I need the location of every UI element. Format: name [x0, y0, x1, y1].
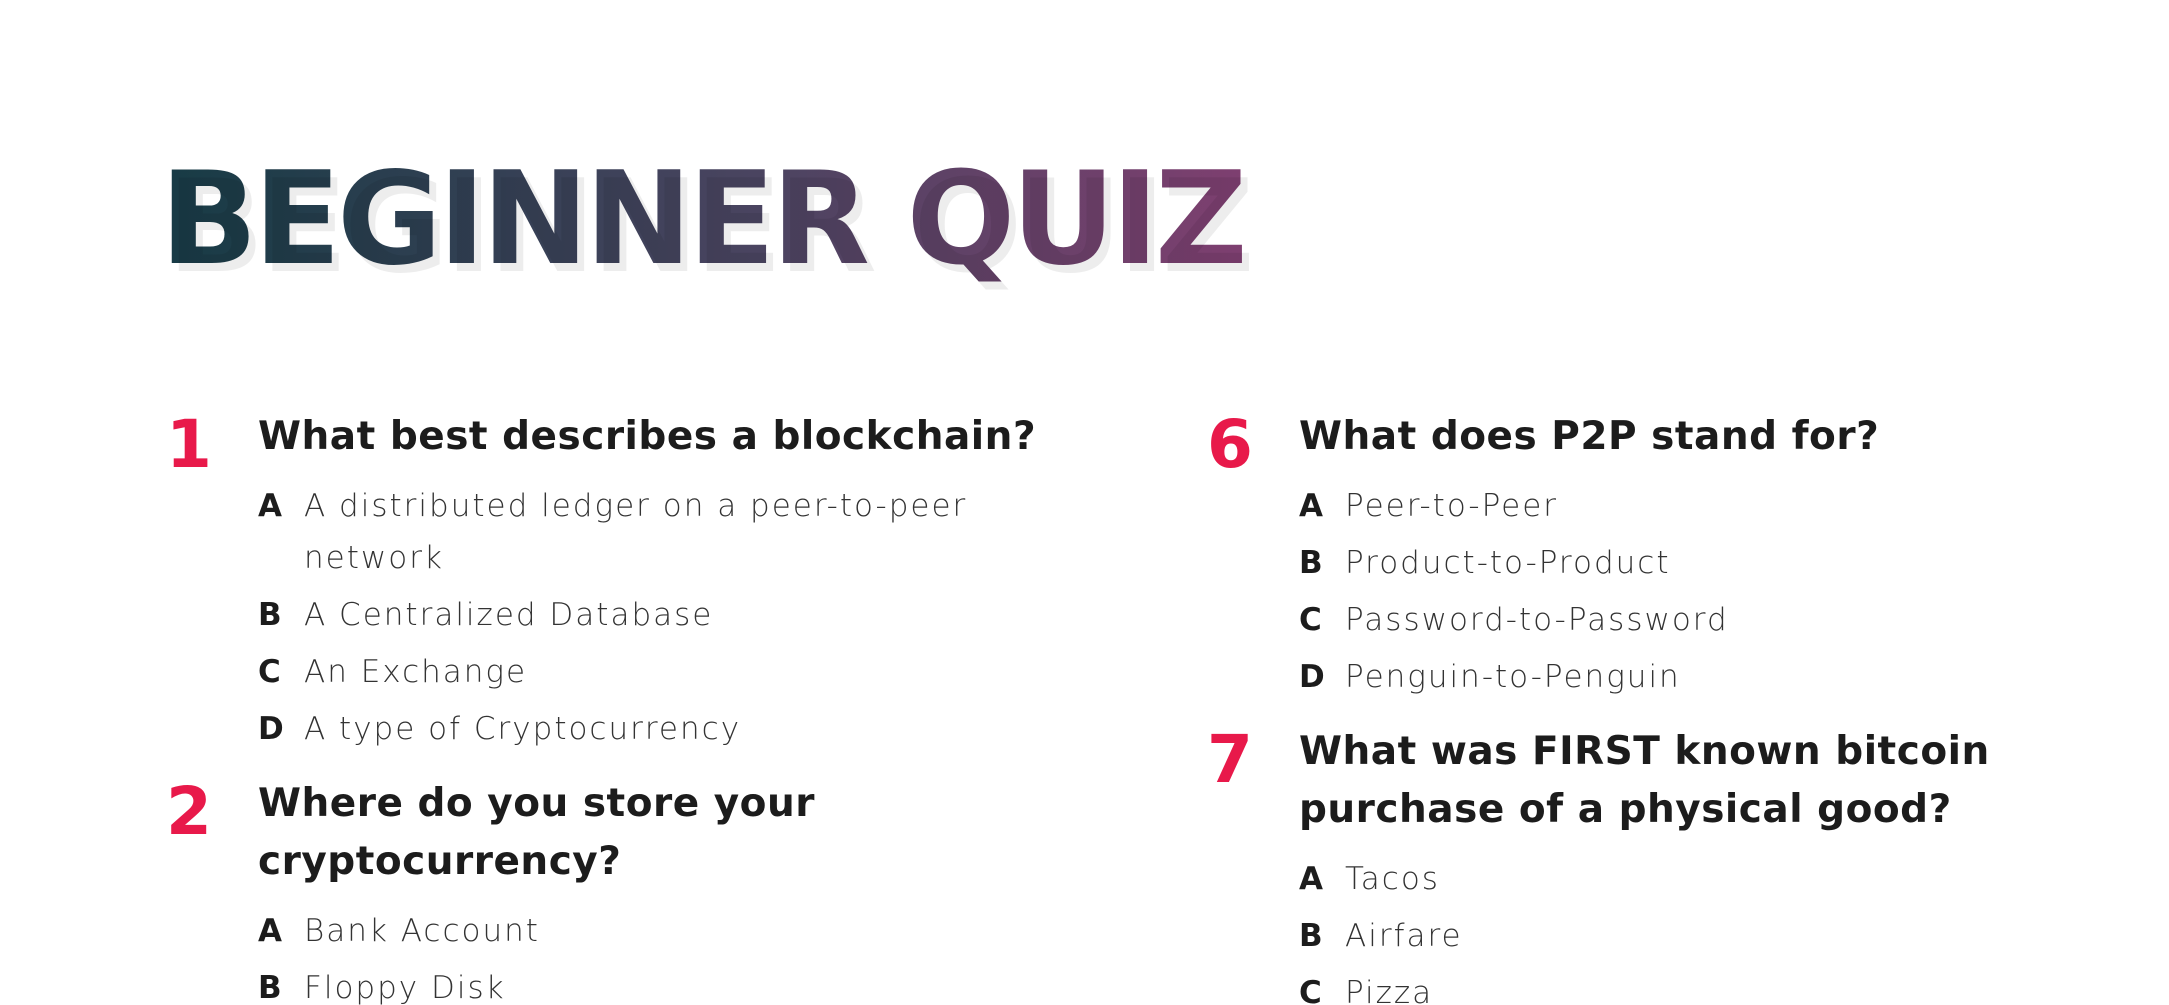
answer-option-d[interactable]: D Penguin-to-Penguin: [1299, 651, 2107, 703]
option-letter: B: [1299, 545, 1323, 581]
option-letter: A: [1299, 488, 1323, 524]
option-text: A Centralized Database: [304, 597, 714, 633]
answer-option-b[interactable]: B A Centralized Database: [258, 589, 1066, 641]
answer-option-b[interactable]: B Product-to-Product: [1299, 537, 2107, 589]
option-letter: A: [258, 488, 282, 524]
question-text: What does P2P stand for?: [1299, 414, 1880, 459]
question-number: 2: [166, 773, 212, 850]
answer-option-c[interactable]: C An Exchange: [258, 646, 1066, 698]
answer-option-b[interactable]: B Floppy Disk: [258, 962, 1066, 1005]
option-text: A distributed ledger on a peer-to-peer n…: [304, 488, 968, 576]
option-letter: D: [1299, 659, 1325, 695]
option-text: Airfare: [1345, 918, 1463, 954]
option-letter: C: [258, 654, 281, 690]
answer-option-a[interactable]: A Tacos: [1299, 853, 2107, 905]
question-number: 6: [1207, 406, 1253, 483]
question-7: 7 What was FIRST known bitcoin purchase …: [1207, 723, 2107, 1005]
option-text: Penguin-to-Penguin: [1345, 659, 1681, 695]
option-letter: B: [258, 970, 282, 1005]
option-text: An Exchange: [304, 654, 528, 690]
question-text: Where do you store your cryptocurrency?: [258, 781, 815, 884]
answer-option-a[interactable]: A Peer-to-Peer: [1299, 480, 2107, 532]
option-text: Peer-to-Peer: [1345, 488, 1559, 524]
question-text: What best describes a blockchain?: [258, 414, 1037, 459]
question-1: 1 What best describes a blockchain? A A …: [166, 408, 1066, 755]
answer-option-c[interactable]: C Pizza: [1299, 967, 2107, 1005]
option-letter: A: [258, 913, 282, 949]
left-column: 1 What best describes a blockchain? A A …: [166, 408, 1066, 1005]
option-letter: C: [1299, 602, 1322, 638]
answer-options: A Peer-to-Peer B Product-to-Product C Pa…: [1299, 480, 2107, 703]
answer-options: A Bank Account B Floppy Disk: [258, 905, 1066, 1005]
option-text: Pizza: [1345, 975, 1434, 1005]
question-number: 7: [1207, 721, 1253, 798]
answer-option-d[interactable]: D A type of Cryptocurrency: [258, 703, 1066, 755]
option-text: Product-to-Product: [1345, 545, 1671, 581]
option-text: Bank Account: [304, 913, 540, 949]
answer-option-a[interactable]: A Bank Account: [258, 905, 1066, 957]
answer-options: A A distributed ledger on a peer-to-peer…: [258, 480, 1066, 755]
answer-option-c[interactable]: C Password-to-Password: [1299, 594, 2107, 646]
option-letter: B: [258, 597, 282, 633]
option-text: A type of Cryptocurrency: [304, 711, 742, 747]
option-text: Floppy Disk: [304, 970, 506, 1005]
question-6: 6 What does P2P stand for? A Peer-to-Pee…: [1207, 408, 2107, 703]
option-letter: D: [258, 711, 284, 747]
page-title: BEGINNER QUIZ: [160, 140, 1248, 300]
option-letter: C: [1299, 975, 1322, 1005]
question-2: 2 Where do you store your cryptocurrency…: [166, 775, 1066, 1005]
question-text: What was FIRST known bitcoin purchase of…: [1299, 729, 1990, 832]
answer-option-a[interactable]: A A distributed ledger on a peer-to-peer…: [258, 480, 1066, 584]
option-text: Password-to-Password: [1345, 602, 1729, 638]
option-letter: B: [1299, 918, 1323, 954]
option-letter: A: [1299, 861, 1323, 897]
question-number: 1: [166, 406, 212, 483]
answer-option-b[interactable]: B Airfare: [1299, 910, 2107, 962]
right-column: 6 What does P2P stand for? A Peer-to-Pee…: [1207, 408, 2107, 1005]
quiz-page: BEGINNER QUIZ 1 What best describes a bl…: [0, 0, 2169, 1005]
option-text: Tacos: [1345, 861, 1440, 897]
answer-options: A Tacos B Airfare C Pizza: [1299, 853, 2107, 1005]
